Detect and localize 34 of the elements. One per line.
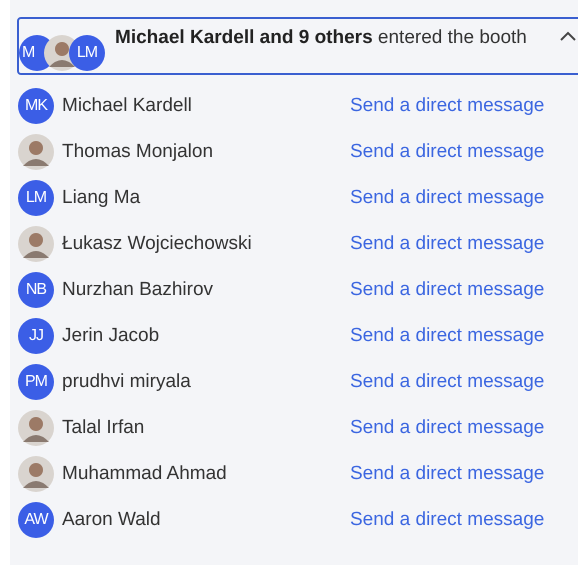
person-name: Muhammad Ahmad (62, 463, 228, 485)
direct-message-link[interactable]: Send a direct message (350, 187, 544, 209)
notification-card[interactable]: M LM Michael Kardell and 9 others entered the booth (17, 17, 578, 75)
notification-text: Michael Kardell and 9 others entered the booth (115, 26, 528, 50)
avatar-icon (18, 226, 54, 262)
person-name: Aaron Wald (62, 509, 162, 531)
direct-message-link[interactable]: Send a direct message (350, 371, 544, 393)
avatar: JJ (18, 318, 54, 354)
avatar: NB (18, 272, 54, 308)
direct-message-link[interactable]: Send a direct message (350, 509, 544, 531)
avatar-icon (18, 456, 54, 492)
direct-message-link[interactable]: Send a direct message (350, 279, 544, 301)
avatar: MK (18, 88, 54, 124)
person-name: Thomas Monjalon (62, 141, 214, 163)
person-name: Talal Irfan (62, 417, 146, 439)
direct-message-link[interactable]: Send a direct message (350, 325, 544, 347)
direct-message-link[interactable]: Send a direct message (350, 417, 544, 439)
avatar: PM (18, 364, 54, 400)
person-name: Liang Ma (62, 187, 142, 209)
person-name: Łukasz Wojciechowski (62, 233, 253, 255)
person-name: Michael Kardell (62, 95, 193, 117)
direct-message-link[interactable]: Send a direct message (350, 233, 544, 255)
avatar: LM (69, 35, 105, 71)
avatar-icon (18, 134, 54, 170)
avatar: AW (18, 502, 54, 538)
avatar-icon (18, 410, 54, 446)
direct-message-link[interactable]: Send a direct message (350, 141, 544, 163)
person-name: Jerin Jacob (62, 325, 160, 347)
direct-message-link[interactable]: Send a direct message (350, 95, 544, 117)
avatar: LM (18, 180, 54, 216)
chevron-icon[interactable] (560, 31, 576, 41)
direct-message-link[interactable]: Send a direct message (350, 463, 544, 485)
person-name: Nurzhan Bazhirov (62, 279, 214, 301)
person-name: prudhvi miryala (62, 371, 192, 393)
